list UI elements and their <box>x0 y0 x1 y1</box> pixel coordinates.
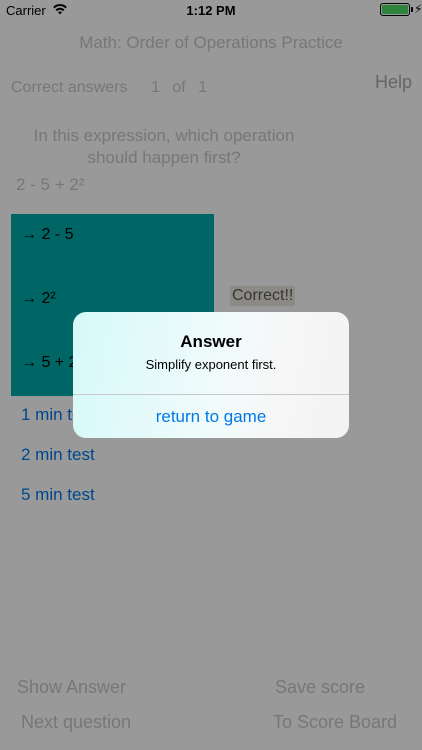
return-to-game-button[interactable]: return to game <box>73 395 349 438</box>
alert-message: Simplify exponent first. <box>145 357 277 372</box>
answer-alert-dialog: Answer Simplify exponent first. return t… <box>73 312 349 438</box>
alert-title: Answer <box>180 332 242 351</box>
